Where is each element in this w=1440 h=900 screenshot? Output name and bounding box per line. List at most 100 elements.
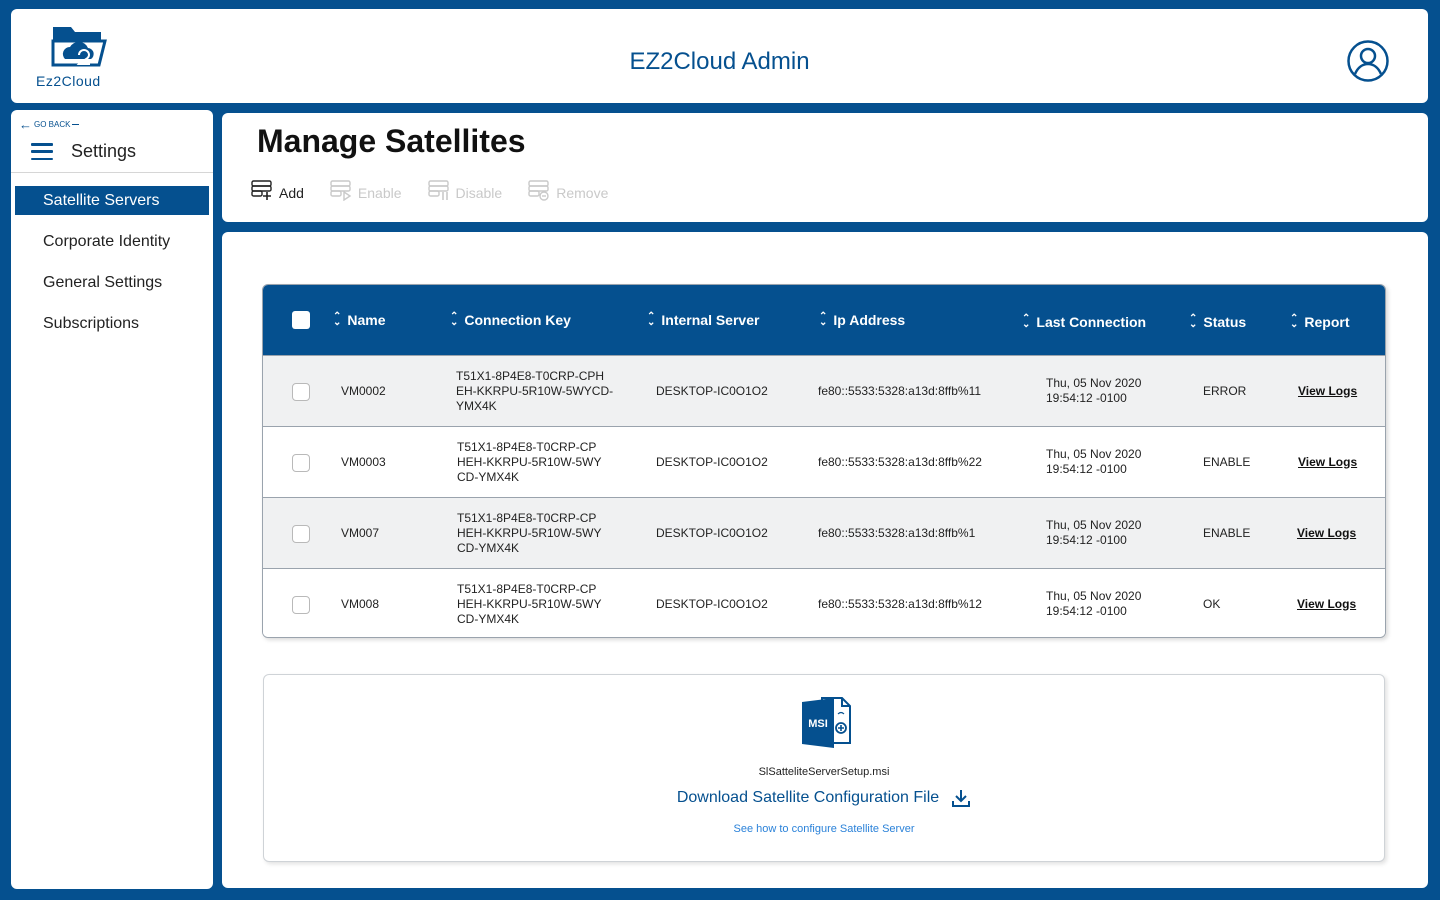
cell-internal-server: DESKTOP-IC0O1O2 <box>656 596 768 611</box>
table-header: ⌃ ⌄ Name ⌃ ⌄ Connection Key ⌃ ⌄ Internal Serve… <box>263 285 1385 355</box>
msi-icon-label: MSI <box>808 718 828 730</box>
cell-connection-key: T51X1-8P4E8-T0CRP-CPHEH-KKRPU-5R10W-5WYC… <box>456 356 613 426</box>
column-header-connection-key[interactable]: ⌃ ⌄ Connection Key <box>450 285 571 355</box>
table-row[interactable]: VM008 T51X1-8P4E8-T0CRP-CP HEH-KKRPU-5R10… <box>263 568 1385 637</box>
row-checkbox[interactable] <box>292 596 310 614</box>
page-title: Manage Satellites <box>257 123 526 159</box>
enable-label: Enable <box>357 185 402 201</box>
key-line: CD-YMX4K <box>457 469 520 484</box>
date-line: Thu, 05 Nov 2020 <box>1046 589 1142 603</box>
column-header-label: Name <box>347 312 386 328</box>
sidebar-item-corporate-identity[interactable]: Corporate Identity <box>15 227 209 268</box>
cell-ip-address: fe80::5533:5328:a13d:8ffb%1 <box>818 525 976 540</box>
sidebar: ← GO BACK Settings Satellite Servers Cor… <box>11 110 213 889</box>
server-remove-icon <box>528 180 549 201</box>
column-header-internal-server[interactable]: ⌃ ⌄ Internal Server <box>647 285 759 355</box>
key-line: HEH-KKRPU-5R10W-5WY <box>457 525 602 540</box>
cell-status: ENABLE <box>1203 525 1251 540</box>
disable-button[interactable]: Disable <box>427 179 503 201</box>
key-line: T51X1-8P4E8-T0CRP-CPH <box>456 368 605 383</box>
view-logs-link[interactable]: View Logs <box>1298 427 1357 497</box>
view-logs-link[interactable]: View Logs <box>1297 569 1356 637</box>
key-line: T51X1-8P4E8-T0CRP-CP <box>457 439 597 454</box>
column-header-last-connection[interactable]: ⌃ ⌄ Last Connection <box>1022 287 1146 357</box>
hamburger-menu-icon[interactable] <box>31 143 53 160</box>
msi-file-icon[interactable]: MSI <box>802 697 852 749</box>
settings-header: Settings <box>31 141 136 162</box>
sort-icon: ⌃ ⌄ <box>647 311 656 328</box>
table-row[interactable]: VM0003 T51X1-8P4E8-T0CRP-CP HEH-KKRPU-5R1… <box>263 426 1385 497</box>
cell-status: OK <box>1203 596 1221 611</box>
column-header-report[interactable]: ⌃ ⌄ Report <box>1290 287 1350 357</box>
cell-name: VM007 <box>341 525 380 540</box>
table-row[interactable]: VM007 T51X1-8P4E8-T0CRP-CP HEH-KKRPU-5R10… <box>263 497 1385 568</box>
date-line: Thu, 05 Nov 2020 <box>1046 376 1142 390</box>
user-avatar-icon[interactable] <box>1346 39 1390 83</box>
sort-icon: ⌃ ⌄ <box>1189 313 1198 330</box>
column-header-status[interactable]: ⌃ ⌄ Status <box>1189 287 1246 357</box>
go-back-label: GO BACK <box>34 120 71 129</box>
sidebar-divider <box>11 172 213 173</box>
main-content-card: ⌃ ⌄ Name ⌃ ⌄ Connection Key ⌃ ⌄ Internal Serve… <box>222 232 1428 888</box>
column-header-label: Report <box>1304 314 1350 330</box>
download-config-link[interactable]: Download Satellite Configuration File <box>264 788 1384 808</box>
column-header-ip-address[interactable]: ⌃ ⌄ Ip Address <box>819 285 905 355</box>
installer-filename: SlSatteliteServerSetup.msi <box>758 766 890 778</box>
server-enable-icon <box>330 180 352 201</box>
top-header: Ez2Cloud EZ2Cloud Admin <box>11 9 1428 103</box>
server-add-icon <box>251 180 272 200</box>
sidebar-item-satellite-servers[interactable]: Satellite Servers <box>15 186 209 215</box>
cell-status: ERROR <box>1203 383 1247 398</box>
cell-internal-server: DESKTOP-IC0O1O2 <box>656 383 768 398</box>
date-line: Thu, 05 Nov 2020 <box>1046 518 1142 532</box>
key-line: T51X1-8P4E8-T0CRP-CP <box>457 510 597 525</box>
cell-internal-server: DESKTOP-IC0O1O2 <box>656 454 768 469</box>
key-line: HEH-KKRPU-5R10W-5WY <box>457 454 602 469</box>
table-row[interactable]: VM0002 T51X1-8P4E8-T0CRP-CPH EH-KKRPU-5R1… <box>263 355 1385 426</box>
cell-ip-address: fe80::5533:5328:a13d:8ffb%11 <box>818 383 982 398</box>
download-card: MSI SlSatteliteServerSetup.msi Download … <box>263 674 1385 862</box>
sort-icon: ⌃ ⌄ <box>333 311 342 328</box>
toolbar: Add Enable Disable Remove <box>251 179 634 201</box>
sort-icon: ⌃ ⌄ <box>1290 313 1299 330</box>
go-back-link[interactable]: ← GO BACK <box>19 117 80 132</box>
column-header-name[interactable]: ⌃ ⌄ Name <box>333 285 386 355</box>
key-line: CD-YMX4K <box>457 611 520 626</box>
app-title: EZ2Cloud Admin <box>629 48 810 75</box>
remove-button[interactable]: Remove <box>528 179 608 201</box>
sidebar-item-subscriptions[interactable]: Subscriptions <box>15 309 209 350</box>
enable-button[interactable]: Enable <box>330 179 402 201</box>
time-line: 19:54:12 -0100 <box>1046 533 1127 547</box>
key-line: EH-KKRPU-5R10W-5WYCD- <box>456 383 614 398</box>
cell-connection-key: T51X1-8P4E8-T0CRP-CPHEH-KKRPU-5R10W-5WYC… <box>457 498 601 568</box>
cell-status: ENABLE <box>1203 454 1251 469</box>
add-label: Add <box>279 185 304 201</box>
sort-icon: ⌃ ⌄ <box>819 311 828 328</box>
download-config-label: Download Satellite Configuration File <box>676 789 940 806</box>
row-checkbox[interactable] <box>292 383 310 401</box>
add-button[interactable]: Add <box>251 179 304 201</box>
row-checkbox[interactable] <box>292 454 310 472</box>
disable-label: Disable <box>455 185 503 201</box>
select-all-checkbox[interactable] <box>292 311 310 329</box>
cell-name: VM008 <box>341 596 380 611</box>
view-logs-link[interactable]: View Logs <box>1298 356 1357 426</box>
row-checkbox[interactable] <box>292 525 310 543</box>
download-icon <box>952 790 971 807</box>
cell-ip-address: fe80::5533:5328:a13d:8ffb%22 <box>818 454 982 469</box>
table-body: VM0002 T51X1-8P4E8-T0CRP-CPH EH-KKRPU-5R1… <box>263 355 1385 637</box>
cell-last-connection: Thu, 05 Nov 2020 19:54:12 -0100 <box>1046 569 1142 637</box>
sidebar-item-general-settings[interactable]: General Settings <box>15 268 209 309</box>
configure-help-link[interactable]: See how to configure Satellite Server <box>264 823 1384 835</box>
server-disable-icon <box>427 180 449 200</box>
satellites-table: ⌃ ⌄ Name ⌃ ⌄ Connection Key ⌃ ⌄ Internal Serve… <box>262 284 1386 638</box>
column-header-label: Connection Key <box>464 312 571 328</box>
cell-last-connection: Thu, 05 Nov 2020 19:54:12 -0100 <box>1046 356 1141 426</box>
cell-last-connection: Thu, 05 Nov 2020 19:54:12 -0100 <box>1046 498 1141 568</box>
view-logs-link[interactable]: View Logs <box>1297 498 1356 568</box>
settings-label: Settings <box>71 141 137 161</box>
key-line: CD-YMX4K <box>457 540 520 555</box>
arrow-left-icon: ← <box>19 117 32 132</box>
time-line: 19:54:12 -0100 <box>1046 462 1127 476</box>
go-back-dash <box>72 123 80 126</box>
